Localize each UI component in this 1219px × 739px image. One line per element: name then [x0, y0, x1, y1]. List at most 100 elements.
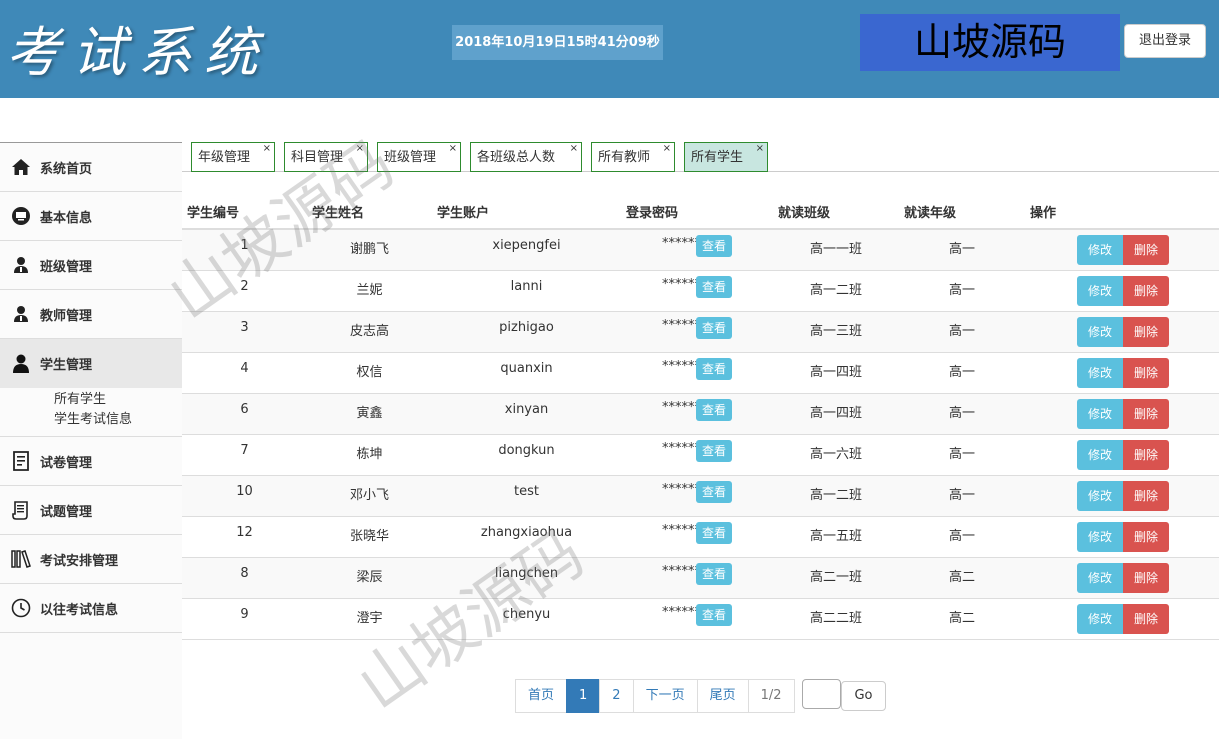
cell-id: 9: [240, 607, 249, 622]
delete-button[interactable]: 删除: [1123, 440, 1169, 470]
edit-button[interactable]: 修改: [1077, 276, 1123, 306]
table-row: 4 权信 quanxin 高一四班 高一 ****** 查看 修改 删除: [182, 353, 1219, 394]
sidebar-item-label: 基本信息: [40, 210, 93, 226]
tab-class-totals[interactable]: 各班级总人数 ×: [470, 142, 582, 172]
delete-button[interactable]: 删除: [1123, 481, 1169, 511]
delete-button[interactable]: 删除: [1123, 276, 1169, 306]
edit-button[interactable]: 修改: [1077, 604, 1123, 634]
close-icon[interactable]: ×: [449, 134, 457, 164]
scroll-icon: [10, 499, 32, 521]
table-row: 8 梁辰 liangchen 高二一班 高二 ****** 查看 修改 删除: [182, 558, 1219, 599]
sidebar-item-paper-manage[interactable]: 试卷管理: [0, 437, 182, 486]
view-password-button[interactable]: 查看: [696, 522, 732, 544]
table-row: 7 栋坤 dongkun 高一六班 高一 ****** 查看 修改 删除: [182, 435, 1219, 476]
page-button-1[interactable]: 1: [566, 679, 601, 713]
cell-class: 高一三班: [809, 324, 862, 339]
logout-button[interactable]: 退出登录: [1124, 24, 1206, 58]
submenu-item-student-exam-info[interactable]: 学生考试信息: [54, 410, 182, 430]
view-password-button[interactable]: 查看: [696, 317, 732, 339]
edit-button[interactable]: 修改: [1077, 440, 1123, 470]
cell-grade: 高一: [948, 242, 975, 257]
sidebar-item-class-manage[interactable]: 班级管理: [0, 241, 182, 290]
sidebar-item-label: 试卷管理: [40, 455, 93, 471]
tab-all-students[interactable]: 所有学生 ×: [684, 142, 768, 172]
close-icon[interactable]: ×: [570, 134, 578, 164]
edit-button[interactable]: 修改: [1077, 317, 1123, 347]
delete-button[interactable]: 删除: [1123, 522, 1169, 552]
cell-class: 高一一班: [809, 242, 862, 257]
delete-button[interactable]: 删除: [1123, 358, 1169, 388]
cell-account: pizhigao: [499, 320, 554, 335]
edit-button[interactable]: 修改: [1077, 358, 1123, 388]
edit-button[interactable]: 修改: [1077, 399, 1123, 429]
view-password-button[interactable]: 查看: [696, 440, 732, 462]
column-header: 登录密码: [626, 206, 679, 221]
cell-grade: 高一: [948, 324, 975, 339]
view-password-button[interactable]: 查看: [696, 399, 732, 421]
sidebar-item-home[interactable]: 系统首页: [0, 143, 182, 192]
close-icon[interactable]: ×: [756, 134, 764, 164]
sidebar-item-basic-info[interactable]: 基本信息: [0, 192, 182, 241]
submenu-item-all-students[interactable]: 所有学生: [54, 390, 182, 410]
cell-account: test: [514, 484, 539, 499]
edit-button[interactable]: 修改: [1077, 522, 1123, 552]
table-header: 学生编号 学生姓名 学生账户 登录密码 就读班级 就读年级 操作: [182, 198, 1219, 230]
sidebar-item-teacher-manage[interactable]: 教师管理: [0, 290, 182, 339]
delete-button[interactable]: 删除: [1123, 563, 1169, 593]
view-password-button[interactable]: 查看: [696, 563, 732, 585]
tab-subject-manage[interactable]: 科目管理 ×: [284, 142, 368, 172]
edit-button[interactable]: 修改: [1077, 235, 1123, 265]
sidebar-item-student-manage[interactable]: 学生管理: [0, 339, 182, 388]
view-password-button[interactable]: 查看: [696, 604, 732, 626]
cell-class: 高一二班: [809, 488, 862, 503]
sidebar: 系统首页 基本信息 班级管理 教师管理 学生管理 所有学生 学生考试信息 试卷管…: [0, 142, 182, 739]
delete-button[interactable]: 删除: [1123, 235, 1169, 265]
delete-button[interactable]: 删除: [1123, 399, 1169, 429]
first-page-button[interactable]: 首页: [515, 679, 568, 713]
tab-all-teachers[interactable]: 所有教师 ×: [591, 142, 675, 172]
cell-account: xiepengfei: [492, 238, 561, 253]
delete-button[interactable]: 删除: [1123, 604, 1169, 634]
close-icon[interactable]: ×: [263, 134, 271, 164]
delete-button[interactable]: 删除: [1123, 317, 1169, 347]
next-page-button[interactable]: 下一页: [632, 679, 698, 713]
column-header: 就读班级: [778, 206, 831, 221]
go-button[interactable]: Go: [841, 681, 886, 711]
sidebar-item-question-manage[interactable]: 试题管理: [0, 486, 182, 535]
sidebar-item-label: 班级管理: [40, 259, 93, 275]
table-body: 1 谢鹏飞 xiepengfei 高一一班 高一 ****** 查看 修改 删除 2 兰妮 lanni…: [182, 230, 1219, 640]
cell-name: 张晓华: [349, 529, 389, 544]
page-number-input[interactable]: [802, 679, 841, 709]
close-icon[interactable]: ×: [356, 134, 364, 164]
last-page-button[interactable]: 尾页: [696, 679, 749, 713]
tab-class-manage[interactable]: 班级管理 ×: [377, 142, 461, 172]
document-icon: [10, 450, 32, 472]
cell-grade: 高一: [948, 365, 975, 380]
brand-banner: 山坡源码: [860, 14, 1120, 71]
edit-button[interactable]: 修改: [1077, 563, 1123, 593]
sidebar-item-past-exams[interactable]: 以往考试信息: [0, 584, 182, 633]
view-password-button[interactable]: 查看: [696, 358, 732, 380]
table-row: 12 张晓华 zhangxiaohua 高一五班 高一 ****** 查看 修改 删除: [182, 517, 1219, 558]
cell-name: 邓小飞: [349, 488, 389, 503]
tab-grade-manage[interactable]: 年级管理 ×: [191, 142, 275, 172]
cell-name: 梁辰: [356, 570, 383, 585]
pagination: 首页 1 2 下一页 尾页 1/2: [515, 679, 795, 713]
cell-class: 高一五班: [809, 529, 862, 544]
close-icon[interactable]: ×: [663, 134, 671, 164]
cell-id: 3: [240, 320, 249, 335]
app-logo: 考试系统: [6, 21, 270, 84]
header: 考试系统 2018年10月19日15时41分09秒 山坡源码 退出登录: [0, 0, 1219, 98]
cell-account: quanxin: [500, 361, 553, 376]
table-row: 6 寅鑫 xinyan 高一四班 高一 ****** 查看 修改 删除: [182, 394, 1219, 435]
monitor-icon: [10, 205, 32, 227]
table-row: 2 兰妮 lanni 高一二班 高一 ****** 查看 修改 删除: [182, 271, 1219, 312]
cell-class: 高二二班: [809, 611, 862, 626]
edit-button[interactable]: 修改: [1077, 481, 1123, 511]
view-password-button[interactable]: 查看: [696, 276, 732, 298]
view-password-button[interactable]: 查看: [696, 481, 732, 503]
view-password-button[interactable]: 查看: [696, 235, 732, 257]
page-button-2[interactable]: 2: [599, 679, 634, 713]
sidebar-item-exam-schedule[interactable]: 考试安排管理: [0, 535, 182, 584]
student-submenu: 所有学生 学生考试信息: [0, 388, 182, 437]
